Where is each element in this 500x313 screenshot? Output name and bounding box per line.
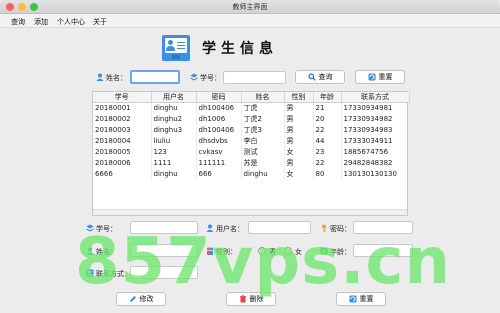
- cell-contact: 17330934982: [341, 113, 410, 125]
- cell-username: liuliu: [151, 135, 197, 147]
- menu-profile[interactable]: 个人中心: [57, 17, 85, 27]
- cell-password: 666: [196, 168, 242, 180]
- cell-id: 6666: [93, 168, 152, 180]
- cell-gender: 男: [284, 124, 314, 136]
- column-header-id[interactable]: 学号: [93, 92, 152, 103]
- table-row[interactable]: 20180001 dinghu dh100406 丁虎 男 21 1733093…: [93, 102, 410, 114]
- cell-contact: 29482848382: [341, 157, 410, 169]
- cell-name: 苏是: [241, 157, 285, 169]
- cell-username: dinghu: [151, 102, 197, 114]
- menu-add[interactable]: 添加: [34, 17, 48, 27]
- cell-username: 123: [151, 146, 197, 158]
- cell-username: dinghu: [151, 168, 197, 180]
- search-icon: [307, 73, 316, 81]
- cell-password: dhsdvbs: [196, 135, 242, 147]
- cell-password: dh1006: [196, 113, 242, 125]
- cell-gender: 女: [284, 168, 314, 180]
- query-button-label: 查询: [318, 73, 333, 81]
- table-header-row: 学号 用户名 密码 姓名 性别 年龄 联系方式: [93, 92, 410, 103]
- cell-age: 23: [313, 146, 342, 158]
- cell-gender: 女: [284, 146, 314, 158]
- cell-id: 20180005: [93, 146, 152, 158]
- search-name-label: 姓名：: [106, 74, 127, 82]
- search-reset-button[interactable]: 重置: [355, 70, 405, 84]
- page-title: 学生信息: [202, 41, 278, 57]
- watermark-text: 857vps.cn: [75, 225, 452, 299]
- search-reset-label: 重置: [378, 73, 393, 81]
- cell-name: 丁虎2: [241, 113, 285, 125]
- cell-age: 20: [313, 113, 342, 125]
- table-row[interactable]: 20180002 dinghu2 dh1006 丁虎2 男 20 1733093…: [93, 113, 410, 125]
- cell-contact: 17333034911: [341, 135, 410, 147]
- table-row[interactable]: 6666 dinghu 666 dinghu 女 80 130130130130: [93, 168, 410, 180]
- student-info-logo-icon: [162, 35, 190, 61]
- cell-password: dh100406: [196, 102, 242, 114]
- menu-bar: 查询 添加 个人中心 关于: [0, 14, 500, 28]
- title-bar: 教师主界面: [0, 0, 500, 14]
- cell-age: 21: [313, 102, 342, 114]
- cell-contact: 17330934983: [341, 124, 410, 136]
- cell-username: dinghu3: [151, 124, 197, 136]
- table-horizontal-scrollbar[interactable]: [93, 209, 407, 215]
- column-header-gender[interactable]: 性别: [284, 92, 314, 103]
- cell-id: 20180002: [93, 113, 152, 125]
- column-header-age[interactable]: 年龄: [313, 92, 342, 103]
- column-header-username[interactable]: 用户名: [151, 92, 197, 103]
- query-button[interactable]: 查询: [295, 70, 345, 84]
- cell-contact: 17330934981: [341, 102, 410, 114]
- table-row[interactable]: 20180003 dinghu3 dh100406 丁虎3 男 22 17330…: [93, 124, 410, 136]
- cell-age: 22: [313, 157, 342, 169]
- search-id-label: 学号：: [200, 74, 221, 82]
- cell-name: dinghu: [241, 168, 285, 180]
- cell-username: dinghu2: [151, 113, 197, 125]
- cell-name: 李白: [241, 135, 285, 147]
- column-header-contact[interactable]: 联系方式: [341, 92, 410, 103]
- cell-gender: 男: [284, 157, 314, 169]
- cell-gender: 男: [284, 102, 314, 114]
- cell-id: 20180004: [93, 135, 152, 147]
- menu-about[interactable]: 关于: [93, 17, 107, 27]
- table-row[interactable]: 20180005 123 cvkasv 测试 女 23 1885674756: [93, 146, 410, 158]
- search-id-input[interactable]: [223, 71, 286, 84]
- cell-id: 20180003: [93, 124, 152, 136]
- cell-name: 测试: [241, 146, 285, 158]
- cell-password: 111111: [196, 157, 242, 169]
- reset-icon: [368, 73, 375, 81]
- cell-contact: 130130130130: [341, 168, 410, 180]
- app-window: 教师主界面 查询 添加 个人中心 关于 学生信息 姓名： 学号： 查询 重置 学…: [0, 0, 500, 313]
- cell-age: 22: [313, 124, 342, 136]
- window-title: 教师主界面: [232, 3, 268, 11]
- cell-name: 丁虎: [241, 102, 285, 114]
- cell-name: 丁虎3: [241, 124, 285, 136]
- person-icon: [96, 73, 104, 81]
- cell-id: 20180001: [93, 102, 152, 114]
- cell-password: cvkasv: [196, 146, 242, 158]
- table-row[interactable]: 20180004 liuliu dhsdvbs 李白 男 44 17333034…: [93, 135, 410, 147]
- search-name-input[interactable]: [130, 70, 180, 84]
- table-row[interactable]: 20180006 1111 111111 苏是 男 22 29482848382: [93, 157, 410, 169]
- cell-age: 80: [313, 168, 342, 180]
- column-header-password[interactable]: 密码: [196, 92, 242, 103]
- cell-age: 44: [313, 135, 342, 147]
- cell-password: dh100406: [196, 124, 242, 136]
- cell-contact: 1885674756: [341, 146, 410, 158]
- column-header-name[interactable]: 姓名: [241, 92, 285, 103]
- cell-username: 1111: [151, 157, 197, 169]
- id-layers-icon: [190, 73, 198, 81]
- cell-id: 20180006: [93, 157, 152, 169]
- menu-query[interactable]: 查询: [11, 17, 25, 27]
- cell-gender: 男: [284, 135, 314, 147]
- cell-gender: 男: [284, 113, 314, 125]
- student-table[interactable]: 学号 用户名 密码 姓名 性别 年龄 联系方式 20180001 dinghu …: [92, 91, 410, 216]
